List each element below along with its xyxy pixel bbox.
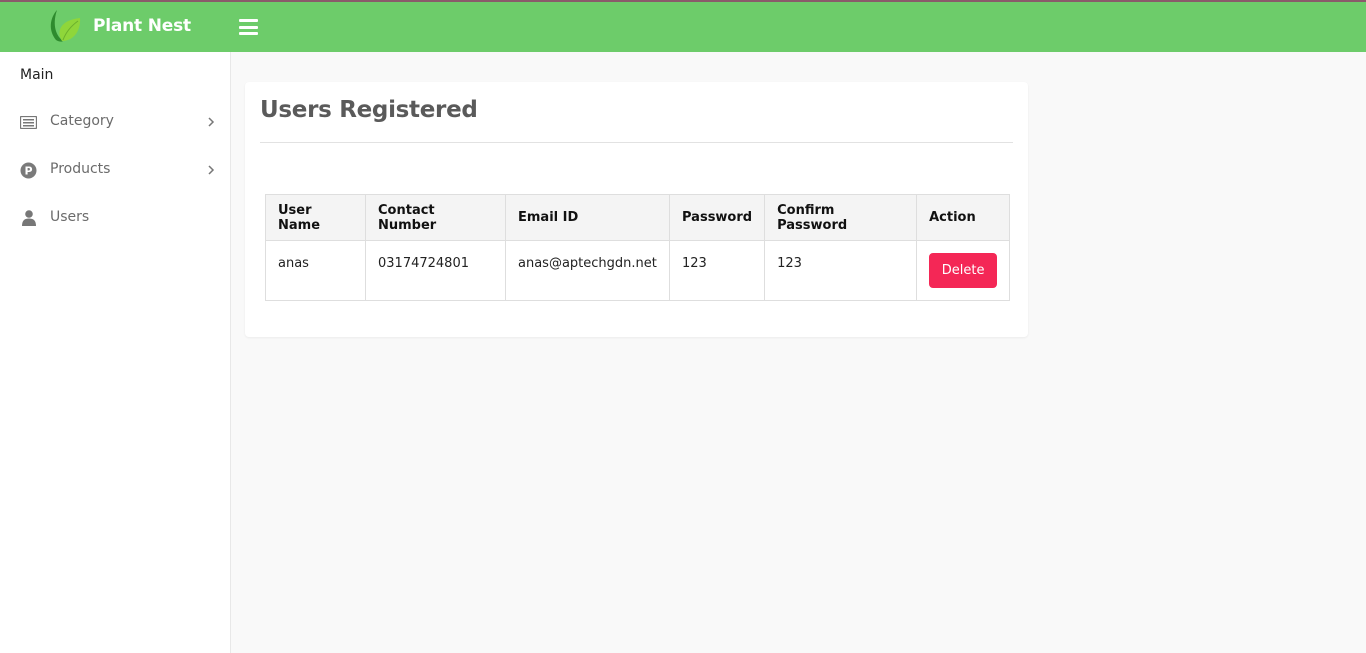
column-header: User Name [265,194,366,241]
table-header-row: User Name Contact Number Email ID Passwo… [265,194,1011,241]
column-header: Action [916,194,1011,241]
column-header: Confirm Password [764,194,918,241]
confirm-password-cell: 123 [764,240,918,301]
list-icon [20,114,37,130]
sidebar-item-label: Users [50,209,90,225]
p-circle-icon: P [20,162,37,178]
brand-name: Plant Nest [93,16,191,36]
user-name-cell: anas [265,240,366,301]
column-header: Password [668,194,766,241]
password-cell: 123 [668,240,766,301]
sidebar-item-products[interactable]: P Products [0,150,230,190]
action-cell: Delete [916,240,1011,301]
contact-number-cell: 03174724801 [365,240,506,301]
delete-button[interactable]: Delete [929,253,998,288]
column-header: Contact Number [365,194,506,241]
sidebar-section-title: Main [20,67,54,83]
divider [260,142,1013,143]
sidebar: Main Category P Products Users [0,52,231,653]
users-card: Users Registered User Name Contact Numbe… [245,82,1028,337]
sidebar-item-category[interactable]: Category [0,102,230,142]
svg-text:P: P [24,164,32,177]
sidebar-item-users[interactable]: Users [0,198,230,238]
brand[interactable]: Plant Nest [48,8,191,44]
chevron-right-icon [208,165,215,175]
users-table: User Name Contact Number Email ID Passwo… [265,194,1011,301]
column-header: Email ID [505,194,670,241]
leaf-logo-icon [50,10,81,42]
top-bar: Plant Nest [0,0,1366,52]
sidebar-item-label: Products [50,161,111,177]
table-row: anas 03174724801 anas@aptechgdn.net 123 … [265,240,1011,301]
hamburger-menu-icon[interactable] [239,19,258,35]
page-title: Users Registered [260,97,478,123]
chevron-right-icon [208,117,215,127]
sidebar-item-label: Category [50,113,114,129]
email-cell: anas@aptechgdn.net [505,240,670,301]
user-icon [20,210,37,226]
